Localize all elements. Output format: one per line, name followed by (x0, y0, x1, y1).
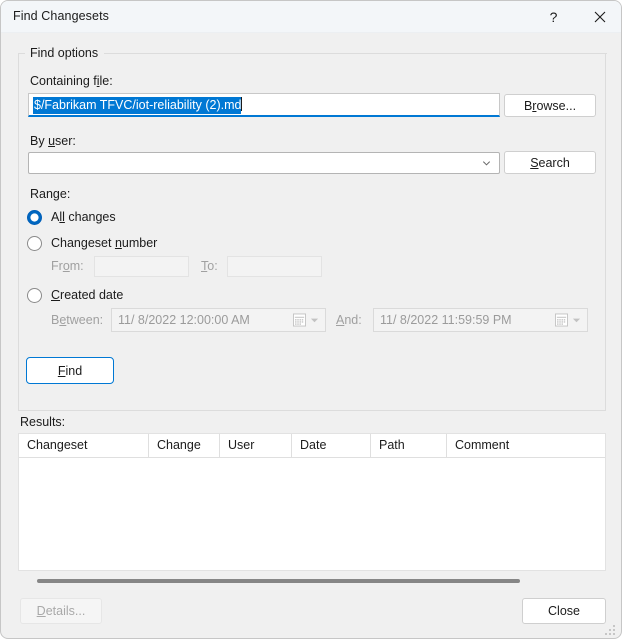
browse-button[interactable]: Br owse... (504, 94, 596, 117)
containing-file-label: Containing file: (30, 74, 113, 88)
caret-down-icon (310, 318, 319, 323)
resize-grip-icon[interactable] (605, 623, 617, 635)
search-button[interactable]: Search (504, 151, 596, 174)
find-changesets-dialog: Find Changesets ? Find options Containin… (0, 0, 622, 639)
containing-file-input[interactable]: $/Fabrikam TFVC/iot-reliability (2).md (28, 93, 500, 117)
radio-all-changes[interactable]: All changes (27, 208, 116, 226)
radio-label-all-changes: All changes (51, 210, 116, 224)
and-date-input: 11/ 8/2022 11:59:59 PM (373, 308, 588, 332)
column-header-date[interactable]: Date (292, 434, 371, 457)
radio-label-changeset-number: Changeset number (51, 236, 158, 250)
radio-label-created-date: Created date (51, 288, 124, 302)
radio-indicator-all-changes[interactable] (27, 209, 42, 225)
range-label: Range: (30, 187, 71, 201)
calendar-icon (293, 313, 306, 327)
title-bar: Find Changesets ? (1, 1, 621, 33)
changeset-from-input (94, 256, 189, 277)
close-button[interactable]: Close (522, 598, 606, 624)
column-header-comment[interactable]: Comment (447, 434, 605, 457)
find-options-label: Find options (26, 46, 103, 60)
radio-changeset-number[interactable]: Changeset number (27, 234, 157, 252)
results-list[interactable]: Changeset Change User Date Path Comment (18, 433, 606, 571)
radio-indicator-changeset-number[interactable] (27, 235, 42, 251)
caret-down-icon (572, 318, 581, 323)
help-button[interactable]: ? (531, 1, 576, 32)
containing-file-value: $/Fabrikam TFVC/iot-reliability (2).md (33, 97, 242, 114)
and-date-value: 11/ 8/2022 11:59:59 PM (380, 313, 512, 327)
chevron-down-icon[interactable] (481, 158, 492, 169)
calendar-icon (555, 313, 568, 327)
between-date-value: 11/ 8/2022 12:00:00 AM (118, 313, 250, 327)
scrollbar-thumb[interactable] (37, 579, 520, 583)
by-user-combobox[interactable] (28, 152, 500, 174)
column-header-changeset[interactable]: Changeset (19, 434, 149, 457)
changeset-to-input (227, 256, 322, 277)
from-label: From: (51, 259, 84, 273)
column-header-change[interactable]: Change (149, 434, 220, 457)
radio-created-date[interactable]: Created date (27, 286, 123, 304)
window-title: Find Changesets (13, 9, 110, 23)
radio-indicator-created-date[interactable] (27, 287, 42, 303)
results-horizontal-scrollbar[interactable] (18, 577, 606, 587)
close-x-icon (594, 11, 605, 22)
to-label: To: (201, 259, 218, 273)
find-button[interactable]: Find (26, 357, 114, 384)
between-label: Between: (51, 313, 104, 327)
details-button: Details... (20, 598, 102, 624)
results-header-row: Changeset Change User Date Path Comment (19, 434, 605, 458)
close-window-button[interactable] (577, 1, 621, 32)
question-mark-icon: ? (549, 8, 558, 25)
results-label: Results: (20, 415, 66, 429)
column-header-user[interactable]: User (220, 434, 292, 457)
and-label: And: (336, 313, 362, 327)
by-user-label: By user: (30, 134, 76, 148)
column-header-path[interactable]: Path (371, 434, 447, 457)
between-date-input: 11/ 8/2022 12:00:00 AM (111, 308, 326, 332)
text-caret (241, 97, 243, 111)
